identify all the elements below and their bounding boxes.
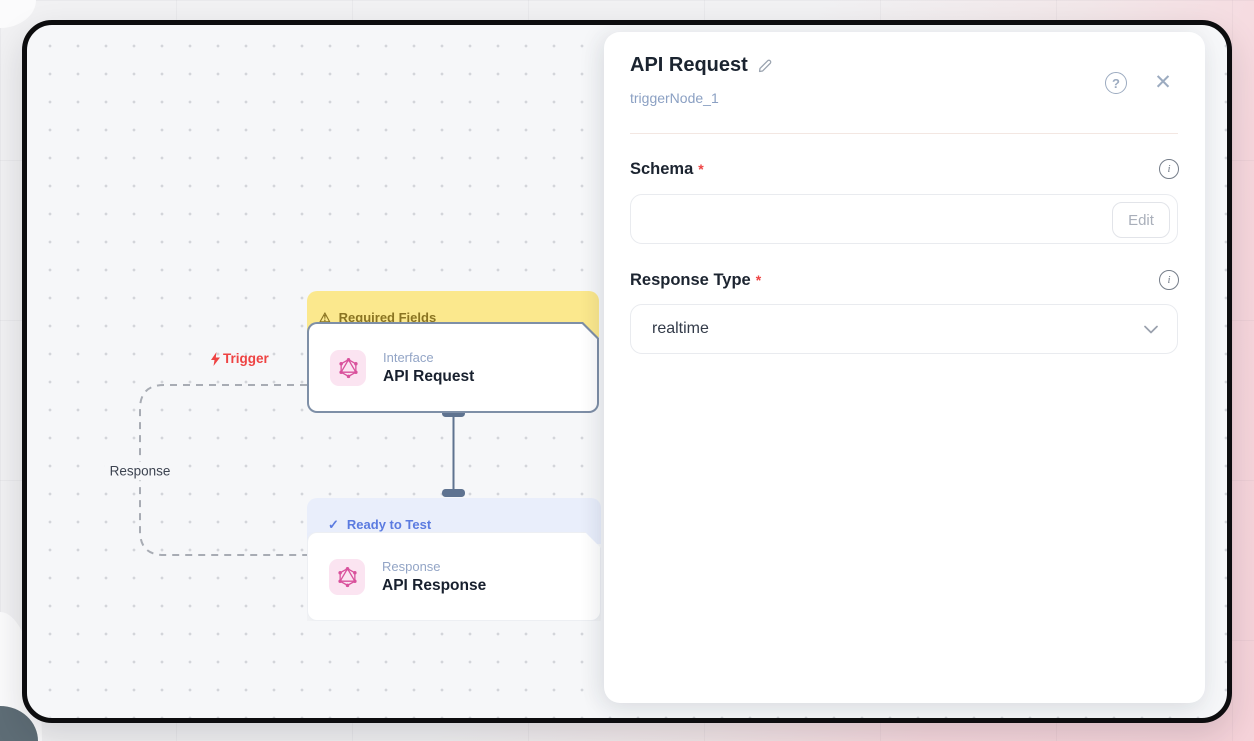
response-type-field-label: Response Type * xyxy=(630,271,761,290)
edit-title-button[interactable] xyxy=(757,57,774,74)
schema-label-text: Schema xyxy=(630,160,693,178)
node-id-label: triggerNode_1 xyxy=(630,90,1179,106)
header-divider xyxy=(630,133,1178,134)
app-window: Trigger Response ⚠ Required Fields xyxy=(22,20,1232,723)
banner-label: Ready to Test xyxy=(347,517,431,532)
graphql-node-icon xyxy=(330,350,366,386)
pencil-icon xyxy=(757,57,774,74)
page-background: Trigger Response ⚠ Required Fields xyxy=(0,0,1254,741)
response-type-field-row: Response Type * i xyxy=(630,268,1179,292)
info-glyph: i xyxy=(1167,163,1170,175)
close-icon: ✕ xyxy=(1154,72,1172,93)
response-type-label-text: Response Type xyxy=(630,271,751,289)
panel-header: API Request triggerNode_1 xyxy=(630,54,1179,106)
panel-title: API Request xyxy=(630,54,748,77)
lightning-bolt-icon xyxy=(210,352,221,366)
schema-edit-button[interactable]: Edit xyxy=(1112,202,1170,238)
node-category: Response xyxy=(382,559,486,574)
trigger-edge-label-text: Trigger xyxy=(223,351,269,366)
node-api-request[interactable]: Interface API Request xyxy=(307,322,599,413)
corner-card-top-left xyxy=(0,0,36,28)
required-asterisk: * xyxy=(756,272,761,288)
info-glyph: i xyxy=(1167,274,1170,286)
schema-field-label: Schema * xyxy=(630,160,704,179)
node-category: Interface xyxy=(383,350,474,365)
chevron-down-icon xyxy=(1144,325,1158,334)
question-mark-icon: ? xyxy=(1112,76,1120,91)
check-icon: ✓ xyxy=(328,518,339,531)
response-type-select[interactable]: realtime xyxy=(630,304,1178,354)
help-button[interactable]: ? xyxy=(1105,72,1127,94)
schema-field-row: Schema * i xyxy=(630,157,1179,181)
node-title: API Request xyxy=(383,368,474,386)
node-config-panel: API Request triggerNode_1 ? ✕ Sch xyxy=(604,32,1205,703)
node-title: API Response xyxy=(382,577,486,595)
required-asterisk: * xyxy=(698,161,703,177)
schema-info-icon[interactable]: i xyxy=(1159,159,1179,179)
node-api-response[interactable]: Response API Response xyxy=(307,532,601,621)
response-edge-label: Response xyxy=(105,462,176,481)
target-handle xyxy=(442,489,465,497)
schema-input[interactable]: Edit xyxy=(630,194,1178,244)
graphql-node-icon xyxy=(329,559,365,595)
response-type-value: realtime xyxy=(652,320,709,338)
response-type-info-icon[interactable]: i xyxy=(1159,270,1179,290)
trigger-edge-label: Trigger xyxy=(210,351,269,366)
close-panel-button[interactable]: ✕ xyxy=(1151,70,1175,94)
